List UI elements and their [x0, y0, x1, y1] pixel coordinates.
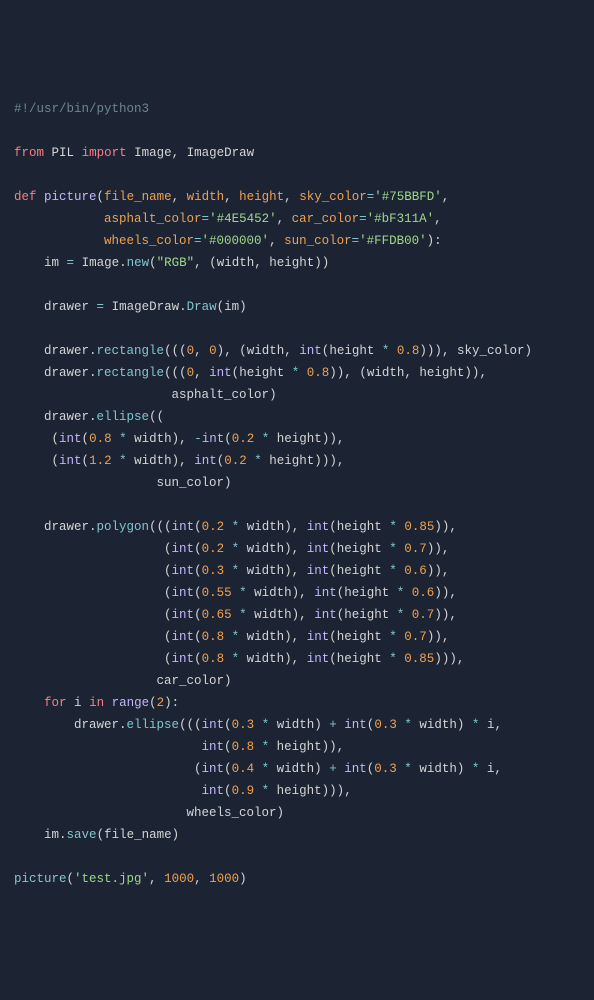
shebang-line: #!/usr/bin/python3 [14, 102, 149, 116]
code-block: #!/usr/bin/python3 from PIL import Image… [14, 98, 580, 890]
mod-imagedraw: ImageDraw [187, 146, 255, 160]
mod-image: Image [134, 146, 172, 160]
kw-from: from [14, 146, 44, 160]
kw-def: def [14, 190, 37, 204]
func-picture: picture [44, 190, 97, 204]
mod-pil: PIL [52, 146, 75, 160]
kw-import: import [82, 146, 127, 160]
